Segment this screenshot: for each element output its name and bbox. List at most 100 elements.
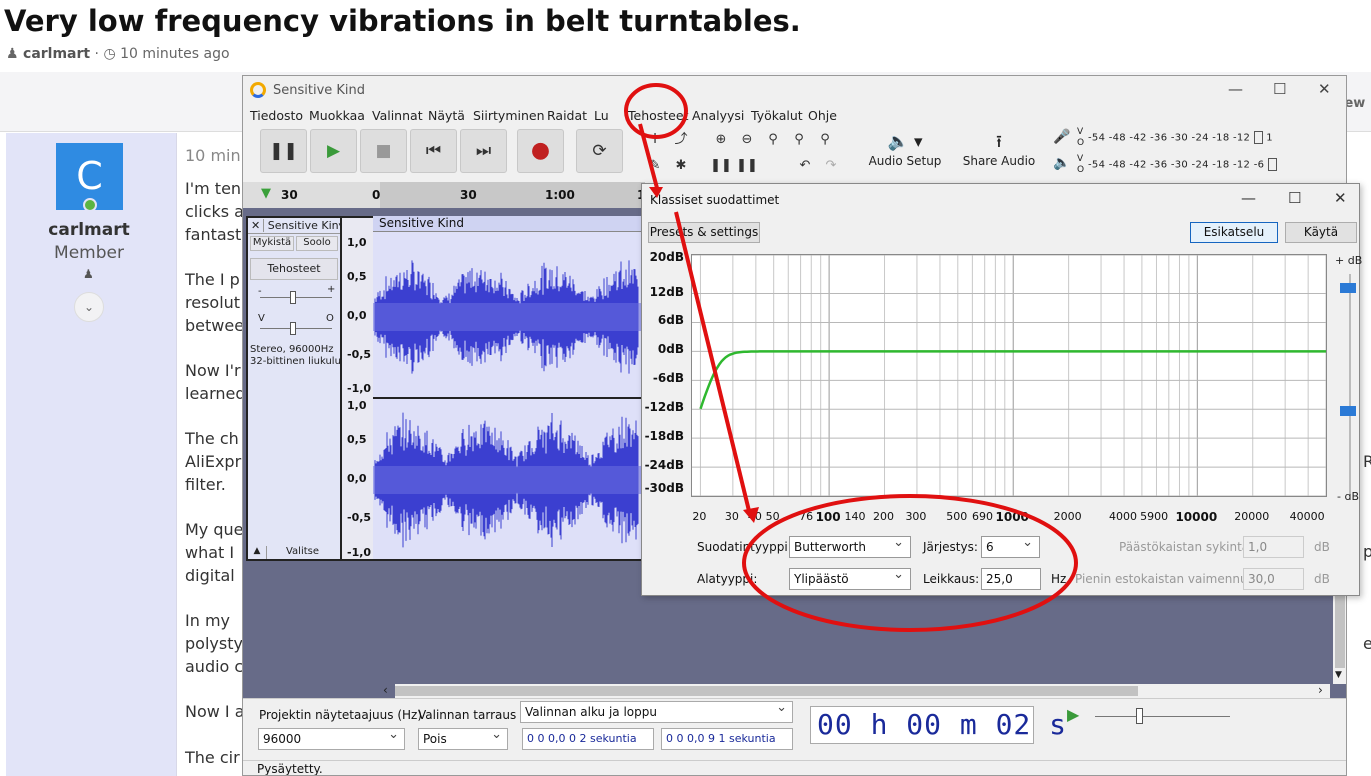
audio-setup-button[interactable]: 🔈 ▾ Audio Setup [860,129,950,173]
y-axis-label: -6dB [652,371,684,386]
scroll-right-icon[interactable]: › [1318,683,1323,697]
dialog-maximize-button[interactable]: ☐ [1288,189,1301,207]
silence-icon[interactable]: ❚❚ [735,155,759,177]
zoom-selection-icon[interactable]: ⚲ [761,129,785,151]
minus-db-label: - dB [1337,490,1359,503]
pan-slider-thumb[interactable] [290,322,296,335]
zoom-out-icon[interactable]: ⊖ [735,129,759,151]
multi-tool-icon[interactable]: ✱ [669,155,693,177]
menu-file[interactable]: Tiedosto [250,108,303,123]
zoom-in-icon[interactable]: ⊕ [709,129,733,151]
collapse-track-icon[interactable]: ▲ [250,546,264,559]
zoom-toggle-icon[interactable]: ⚲ [813,129,837,151]
play-button[interactable]: ▶ [310,129,357,173]
menu-select[interactable]: Valinnat [372,108,423,123]
apply-button[interactable]: Käytä [1285,222,1357,243]
menu-tracks[interactable]: Raidat [547,108,587,123]
selection-mode-select[interactable]: Valinnan alku ja loppu [520,698,793,723]
menu-view[interactable]: Näytä [428,108,465,123]
min-db-slider-thumb[interactable] [1340,406,1356,416]
scroll-down-icon[interactable]: ▼ [1335,670,1342,680]
meter-channel-labels: VO [1077,154,1085,175]
username[interactable]: carlmart [6,220,172,240]
share-audio-button[interactable]: ⭱ Share Audio [959,129,1039,173]
expand-chevron-button[interactable]: ⌄ [74,292,104,322]
playback-meter[interactable]: -54 -48 -42 -36 -30 -24 -18 -12 -6 [1088,158,1277,171]
stopband-attenuation-field[interactable]: 30,0 [1243,568,1304,590]
gain-slider[interactable] [260,297,332,298]
minimize-button[interactable]: — [1228,80,1243,98]
solo-button[interactable]: Soolo [296,236,338,251]
skip-end-button[interactable]: ⏭ [460,129,507,173]
horizontal-scrollbar-thumb[interactable] [395,686,1138,696]
project-rate-select[interactable]: 96000 [258,725,405,750]
menu-analyze[interactable]: Analyysi [692,108,744,123]
track-name-menu[interactable]: Sensitive Kin [268,219,339,232]
pan-slider[interactable] [260,328,332,329]
play-at-speed-icon[interactable]: ▶ [1067,705,1079,724]
filter-type-select[interactable]: Butterworth [789,533,911,558]
scroll-left-icon[interactable]: ‹ [383,683,388,697]
trim-icon[interactable]: ❚❚ [709,155,733,177]
playback-meter-icon[interactable]: 🔈 [1053,155,1070,171]
maximize-button[interactable]: ☐ [1273,80,1286,98]
skip-start-button[interactable]: ⏮ [410,129,457,173]
play-speed-thumb[interactable] [1136,708,1143,724]
amplitude-scale-label: 1,0 [347,236,367,249]
audio-position-display[interactable]: 00 h 00 m 02 s [810,706,1066,744]
track-effects-button[interactable]: Tehosteet [250,258,338,280]
y-axis-label: 12dB [649,284,684,299]
snap-select[interactable]: Pois [418,725,508,750]
stop-button[interactable]: ■ [360,129,407,173]
loop-button[interactable]: ⟳ [576,129,623,173]
selection-tool-icon[interactable]: I [643,129,667,151]
track-menu-arrow-icon[interactable]: ▾ [339,219,340,232]
order-select[interactable]: 6 [981,533,1040,558]
menu-tools[interactable]: Työkalut [751,108,803,123]
draw-tool-icon[interactable]: ✎ [643,155,667,177]
presets-settings-button[interactable]: Presets & settings [648,222,760,243]
waveform-area[interactable] [373,216,643,561]
menu-effects[interactable]: Tehosteet [628,108,688,123]
redo-icon[interactable]: ↷ [819,155,843,177]
microphone-icon[interactable]: 🎤 [1053,129,1070,145]
menu-help[interactable]: Ohje [808,108,837,123]
cutoff-field[interactable]: 25,0 [981,568,1041,590]
selection-start-field[interactable]: 0 0 0,0 0 2 sekuntia [522,728,654,750]
frequency-response-graph[interactable] [691,254,1327,497]
gain-slider-thumb[interactable] [290,291,296,304]
zoom-fit-icon[interactable]: ⚲ [787,129,811,151]
dialog-minimize-button[interactable]: — [1241,189,1256,207]
envelope-tool-icon[interactable]: ⤴ [669,129,693,151]
passband-ripple-field[interactable]: 1,0 [1243,536,1304,558]
x-axis-label: 500 [946,510,968,523]
preview-button[interactable]: Esikatselu [1190,222,1278,243]
waveform[interactable] [373,218,641,561]
select-track-button[interactable]: Valitse [266,546,338,559]
clip-name[interactable]: Sensitive Kind [373,216,643,232]
selection-end-field[interactable]: 0 0 0,0 9 1 sekuntia [661,728,793,750]
menu-generate[interactable]: Lu [594,108,609,123]
mute-button[interactable]: Mykistä [250,236,294,251]
max-db-slider-thumb[interactable] [1340,283,1356,293]
record-meter[interactable]: -54 -48 -42 -36 -30 -24 -18 -12 1 [1088,131,1273,144]
menu-transport[interactable]: Siirtyminen [473,108,545,123]
record-button[interactable]: ● [517,129,564,173]
db-range-slider[interactable] [1349,274,1351,494]
clock-icon: ◷ [103,46,116,62]
post-timestamp: 10 min [185,146,241,165]
menu-edit[interactable]: Muokkaa [309,108,365,123]
track-sample-format: 32-bittinen liukuluku [250,356,342,367]
close-button[interactable]: ✕ [1318,80,1331,98]
timeline-label: 30 [460,188,477,202]
play-head-icon[interactable]: ▼ [261,186,271,201]
pause-button[interactable]: ❚❚ [260,129,307,173]
dialog-close-button[interactable]: ✕ [1334,189,1347,207]
track-close-icon[interactable]: ✕ [248,219,265,232]
play-speed-slider[interactable] [1095,716,1230,717]
timeline-scrub-area[interactable] [380,182,645,208]
subtype-select[interactable]: Ylipäästö [789,565,911,590]
track-format-info: Stereo, 96000Hz [250,344,334,355]
author-link[interactable]: carlmart [23,46,90,62]
undo-icon[interactable]: ↶ [793,155,817,177]
